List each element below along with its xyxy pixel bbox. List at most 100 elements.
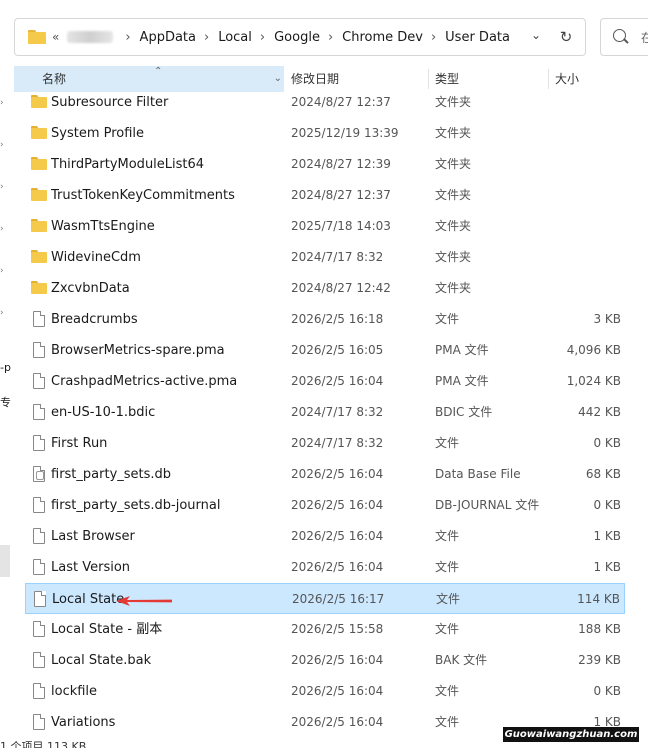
chevron-right-icon[interactable]: › bbox=[0, 182, 4, 192]
file-size: 188 KB bbox=[578, 622, 621, 636]
file-icon bbox=[33, 435, 45, 451]
file-icon bbox=[33, 404, 45, 420]
file-name: lockfile bbox=[51, 684, 98, 699]
table-row[interactable]: first_party_sets.db 2026/2/5 16:04 Data Ba… bbox=[25, 459, 625, 490]
file-type: 文件 bbox=[436, 592, 461, 606]
table-row[interactable]: Local State.bak 2026/2/5 16:04 BAK 文件 239 K… bbox=[25, 645, 625, 676]
breadcrumb-item[interactable]: › User Data bbox=[423, 30, 510, 45]
database-file-icon bbox=[33, 466, 45, 482]
navigation-pane[interactable]: › › › › › › -p 专 bbox=[0, 64, 12, 748]
sort-up-icon: ⌃ bbox=[154, 66, 163, 77]
file-name: TrustTokenKeyCommitments bbox=[51, 188, 235, 203]
status-bar: 1 个项目 113 KB bbox=[0, 740, 87, 748]
search-box[interactable]: 在 bbox=[600, 18, 648, 56]
file-icon bbox=[33, 683, 45, 699]
table-row[interactable]: First Run 2024/7/17 8:32 文件 0 KB bbox=[25, 428, 625, 459]
file-name: WasmTtsEngine bbox=[51, 219, 155, 234]
table-row[interactable]: WasmTtsEngine 2025/7/18 14:03 文件夹 bbox=[25, 211, 625, 242]
table-row[interactable]: lockfile 2026/2/5 16:04 文件 0 KB bbox=[25, 676, 625, 707]
search-placeholder: 在 bbox=[641, 31, 648, 45]
chevron-right-icon[interactable]: › bbox=[0, 308, 4, 318]
file-type: PMA 文件 bbox=[435, 343, 489, 357]
modified-date: 2026/2/5 16:04 bbox=[291, 498, 384, 512]
file-type: 文件 bbox=[435, 684, 460, 698]
file-size: 68 KB bbox=[585, 467, 621, 481]
folder-icon bbox=[31, 281, 47, 294]
table-row[interactable]: ZxcvbnData 2024/8/27 12:42 文件夹 bbox=[25, 273, 625, 304]
breadcrumb-item[interactable]: › Local bbox=[196, 30, 252, 45]
modified-date: 2026/2/5 16:04 bbox=[291, 467, 384, 481]
column-divider[interactable] bbox=[548, 69, 549, 89]
file-icon bbox=[33, 714, 45, 730]
modified-date: 2026/2/5 16:04 bbox=[291, 374, 384, 388]
table-row[interactable]: CrashpadMetrics-active.pma 2026/2/5 16:04… bbox=[25, 366, 625, 397]
breadcrumb-overflow[interactable]: « bbox=[52, 30, 59, 44]
file-name: Breadcrumbs bbox=[51, 312, 138, 327]
file-size: 1,024 KB bbox=[566, 374, 621, 388]
file-size: 239 KB bbox=[578, 653, 621, 667]
file-icon bbox=[33, 311, 45, 327]
chevron-down-icon[interactable]: ⌄ bbox=[531, 28, 541, 42]
file-size: 0 KB bbox=[593, 498, 621, 512]
chevron-right-icon[interactable]: › bbox=[125, 30, 130, 45]
file-type: DB-JOURNAL 文件 bbox=[435, 498, 540, 512]
file-name: Last Browser bbox=[51, 529, 135, 544]
file-type: PMA 文件 bbox=[435, 374, 489, 388]
table-row[interactable]: BrowserMetrics-spare.pma 2026/2/5 16:05 PM… bbox=[25, 335, 625, 366]
modified-date: 2025/7/18 14:03 bbox=[291, 219, 391, 233]
chevron-right-icon[interactable]: › bbox=[431, 30, 436, 45]
modified-date: 2024/8/27 12:37 bbox=[291, 188, 391, 202]
chevron-right-icon[interactable]: › bbox=[0, 224, 4, 234]
file-size: 0 KB bbox=[593, 684, 621, 698]
file-type: 文件 bbox=[435, 312, 460, 326]
column-divider[interactable] bbox=[428, 69, 429, 89]
breadcrumb-item[interactable]: › Google bbox=[252, 30, 320, 45]
nav-label-fragment[interactable]: -p bbox=[0, 361, 11, 374]
chevron-right-icon[interactable]: › bbox=[0, 266, 4, 276]
file-icon bbox=[34, 591, 46, 607]
file-size: 1 KB bbox=[593, 560, 621, 574]
table-row[interactable]: Local State 2026/2/5 16:17 文件 114 KB bbox=[25, 583, 625, 614]
table-row[interactable]: first_party_sets.db-journal 2026/2/5 16:0… bbox=[25, 490, 625, 521]
table-row[interactable]: System Profile 2025/12/19 13:39 文件夹 bbox=[25, 118, 625, 149]
file-size: 0 KB bbox=[593, 436, 621, 450]
folder-icon bbox=[31, 250, 47, 263]
file-size: 1 KB bbox=[593, 529, 621, 543]
file-type: 文件 bbox=[435, 436, 460, 450]
table-row[interactable]: Local State - 副本 2026/2/5 15:58 文件 188 KB bbox=[25, 614, 625, 645]
watermark: Guowaiwangzhuan.com bbox=[503, 727, 639, 742]
folder-icon bbox=[31, 126, 47, 139]
modified-date: 2026/2/5 16:04 bbox=[291, 684, 384, 698]
file-name: Last Version bbox=[51, 560, 131, 575]
table-row[interactable]: Last Version 2026/2/5 16:04 文件 1 KB bbox=[25, 552, 625, 583]
nav-selected-item[interactable] bbox=[0, 545, 10, 577]
folder-icon bbox=[28, 30, 46, 44]
address-bar[interactable]: « › AppData › Local › Google › Chrome Dev › User … bbox=[14, 18, 586, 56]
file-type: 文件夹 bbox=[435, 157, 472, 171]
modified-date: 2026/2/5 16:05 bbox=[291, 343, 384, 357]
refresh-icon[interactable]: ↻ bbox=[555, 26, 577, 48]
breadcrumb-item[interactable]: › AppData bbox=[117, 30, 196, 45]
table-row[interactable]: Breadcrumbs 2026/2/5 16:18 文件 3 KB bbox=[25, 304, 625, 335]
chevron-right-icon[interactable]: › bbox=[204, 30, 209, 45]
file-name: Subresource Filter bbox=[51, 95, 169, 110]
table-row[interactable]: en-US-10-1.bdic 2024/7/17 8:32 BDIC 文件 442 … bbox=[25, 397, 625, 428]
breadcrumb-label: AppData bbox=[139, 29, 196, 45]
modified-date: 2024/7/17 8:32 bbox=[291, 250, 384, 264]
modified-date: 2024/8/27 12:42 bbox=[291, 281, 391, 295]
chevron-right-icon[interactable]: › bbox=[0, 98, 4, 108]
table-row[interactable]: TrustTokenKeyCommitments 2024/8/27 12:37 文… bbox=[25, 180, 625, 211]
folder-icon bbox=[31, 219, 47, 232]
chevron-right-icon[interactable]: › bbox=[328, 30, 333, 45]
table-row[interactable]: WidevineCdm 2024/7/17 8:32 文件夹 bbox=[25, 242, 625, 273]
file-name: BrowserMetrics-spare.pma bbox=[51, 343, 225, 358]
modified-date: 2024/8/27 12:39 bbox=[291, 157, 391, 171]
file-name: ThirdPartyModuleList64 bbox=[51, 157, 205, 172]
chevron-right-icon[interactable]: › bbox=[260, 30, 265, 45]
table-row[interactable]: ThirdPartyModuleList64 2024/8/27 12:39 文件夹 bbox=[25, 149, 625, 180]
table-row[interactable]: Last Browser 2026/2/5 16:04 文件 1 KB bbox=[25, 521, 625, 552]
nav-label-fragment[interactable]: 专 bbox=[0, 394, 11, 410]
table-row[interactable]: Subresource Filter 2024/8/27 12:37 文件夹 bbox=[25, 87, 625, 118]
breadcrumb-item[interactable]: › Chrome Dev bbox=[320, 30, 423, 45]
chevron-right-icon[interactable]: › bbox=[0, 140, 4, 150]
